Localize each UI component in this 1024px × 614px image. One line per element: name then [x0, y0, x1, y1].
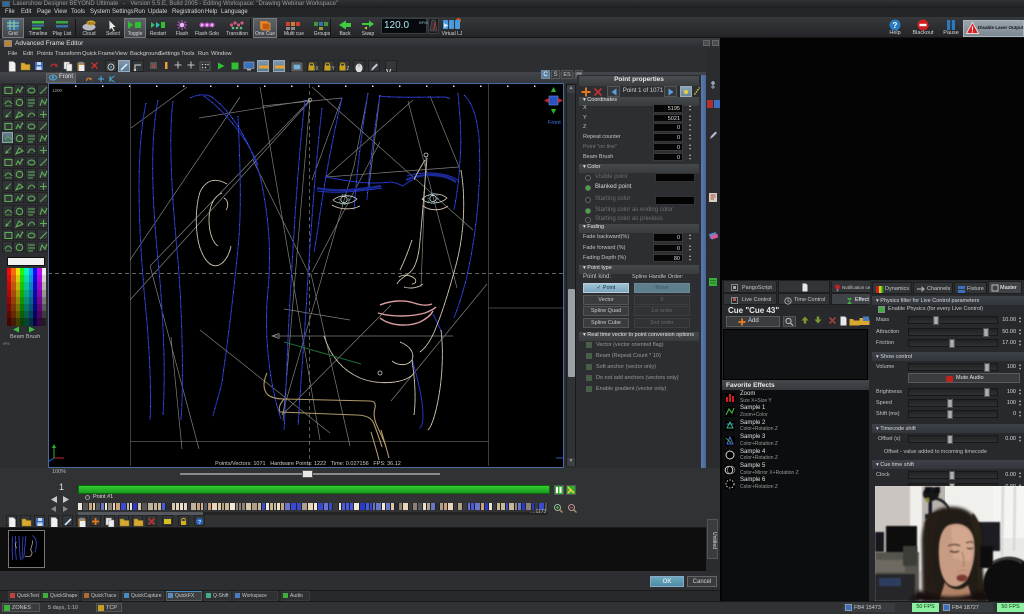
svg-text:1200: 1200 — [52, 88, 63, 93]
svg-text:Points/Vectors: 1071 Hardwar: Points/Vectors: 1071 Hardware Points: 12… — [215, 461, 401, 467]
svg-text:▶: ▶ — [444, 23, 449, 29]
svg-text:A: A — [151, 64, 156, 70]
svg-text:?: ? — [893, 21, 898, 30]
svg-text:?: ? — [198, 520, 201, 526]
svg-text:X: X — [316, 66, 320, 71]
svg-text:Front: Front — [548, 120, 561, 126]
svg-text:beta: beta — [88, 21, 95, 25]
svg-text:Y: Y — [332, 66, 336, 71]
svg-text:Z: Z — [347, 66, 350, 71]
svg-text:!: ! — [971, 26, 974, 35]
